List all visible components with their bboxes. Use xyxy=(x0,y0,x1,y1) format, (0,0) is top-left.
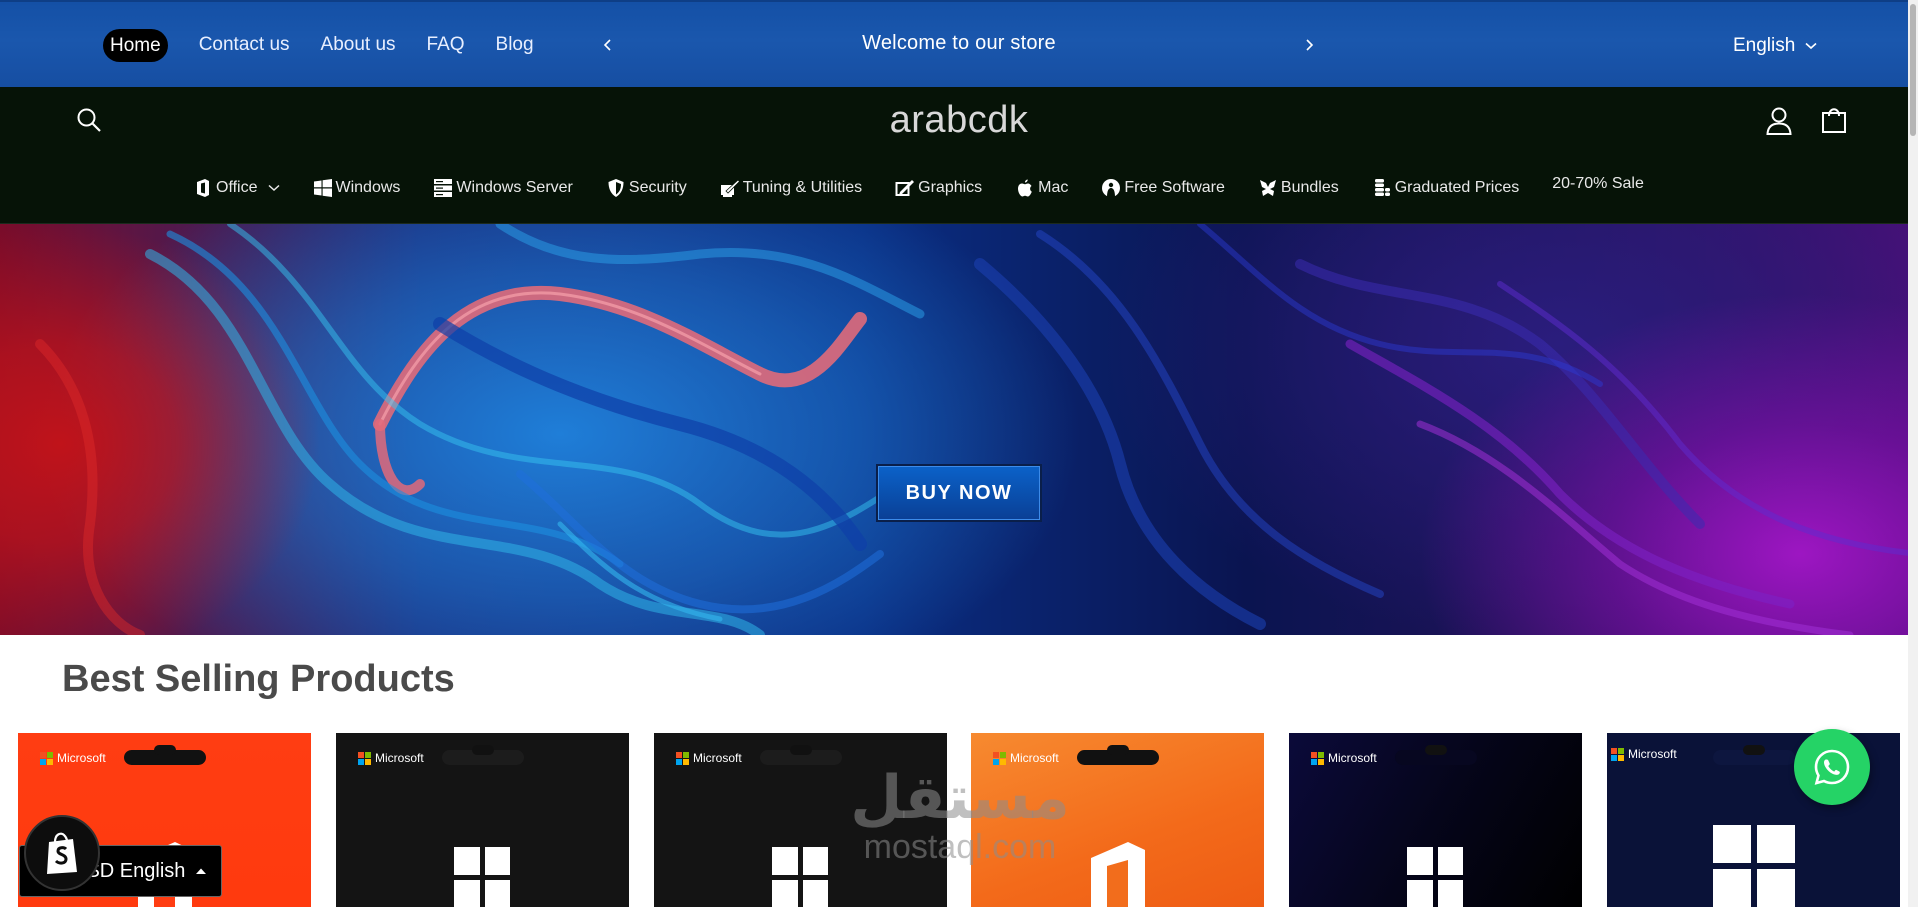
page-scrollbar[interactable] xyxy=(1908,0,1918,907)
hero-wave-art xyxy=(35,224,1918,635)
cart-button[interactable] xyxy=(1820,105,1848,135)
shopify-bag-icon xyxy=(47,832,77,874)
product-card[interactable]: Microsoft xyxy=(336,733,629,907)
microsoft-logo-icon xyxy=(993,751,1006,765)
tuning-icon xyxy=(720,178,740,198)
top-link-contact[interactable]: Contact us xyxy=(199,28,290,62)
nav-bundles-label: Bundles xyxy=(1280,179,1339,196)
chevron-left-icon xyxy=(603,39,611,51)
product-card[interactable]: Microsoft xyxy=(1289,733,1582,907)
nav-graduated-prices-label: Graduated Prices xyxy=(1394,179,1520,196)
microsoft-logo-icon xyxy=(358,751,371,765)
windows-logo-icon xyxy=(1713,825,1795,907)
microsoft-brand: Microsoft xyxy=(358,751,424,765)
user-icon xyxy=(1766,107,1792,135)
whatsapp-chat-button[interactable] xyxy=(1794,729,1870,805)
nav-tuning[interactable]: Tuning & Utilities xyxy=(720,177,862,199)
brand-label: Microsoft xyxy=(693,751,742,765)
card-hanger xyxy=(760,745,842,765)
microsoft-brand: Microsoft xyxy=(993,751,1059,765)
shield-icon xyxy=(606,178,626,198)
brand-label: Microsoft xyxy=(1628,747,1677,761)
card-hanger xyxy=(1077,745,1159,765)
nav-graduated-prices[interactable]: Graduated Prices xyxy=(1372,177,1520,199)
nav-windows[interactable]: Windows xyxy=(313,177,401,199)
account-button[interactable] xyxy=(1765,106,1793,136)
card-hanger xyxy=(124,745,206,765)
chevron-down-icon xyxy=(267,184,280,192)
nav-windows-server[interactable]: Windows Server xyxy=(433,177,573,199)
nav-sale[interactable]: 20-70% Sale xyxy=(1552,175,1644,193)
language-selector[interactable]: English xyxy=(1733,35,1817,57)
microsoft-logo-icon xyxy=(40,751,53,765)
brand-label: Microsoft xyxy=(1328,751,1377,765)
announcement-next-button[interactable] xyxy=(1299,32,1319,58)
nav-security-label: Security xyxy=(628,179,687,196)
microsoft-logo-icon xyxy=(1611,747,1624,761)
windows-logo-icon xyxy=(1407,847,1463,907)
windows-logo-icon xyxy=(454,847,510,907)
apple-icon xyxy=(1015,178,1035,198)
card-hanger xyxy=(1395,745,1477,765)
buy-now-button[interactable]: BUY NOW xyxy=(876,464,1042,522)
whatsapp-icon xyxy=(1814,749,1850,785)
top-link-about[interactable]: About us xyxy=(321,28,396,62)
hero-banner: BUY NOW xyxy=(0,224,1918,635)
caret-up-icon xyxy=(196,868,207,874)
product-grid: Microsoft Microsoft Microsoft Microsoft xyxy=(18,733,1918,907)
coins-icon xyxy=(1372,178,1392,198)
nav-graphics[interactable]: Graphics xyxy=(895,177,982,199)
nav-tuning-label: Tuning & Utilities xyxy=(742,179,863,196)
microsoft-logo-icon xyxy=(1311,751,1324,765)
top-links: Home Contact us About us FAQ Blog xyxy=(103,28,565,62)
cart-icon xyxy=(1822,108,1846,133)
announcement-prev-button[interactable] xyxy=(598,32,618,58)
store-logo[interactable]: arabcdk xyxy=(0,99,1918,142)
nav-free-software[interactable]: Free Software xyxy=(1101,177,1225,199)
language-label: English xyxy=(1733,35,1796,56)
section-title: Best Selling Products xyxy=(62,658,455,700)
brand-label: Microsoft xyxy=(375,751,424,765)
site-header: arabcdk Office Windows Windows Server Se… xyxy=(0,87,1918,224)
nav-graphics-label: Graphics xyxy=(918,179,983,196)
nav-windows-server-label: Windows Server xyxy=(456,179,573,196)
nav-free-software-label: Free Software xyxy=(1124,179,1225,196)
microsoft-logo-icon xyxy=(676,751,689,765)
office-logo-icon xyxy=(1091,842,1145,907)
card-hanger xyxy=(442,745,524,765)
microsoft-brand: Microsoft xyxy=(1311,751,1377,765)
top-link-home[interactable]: Home xyxy=(103,28,168,62)
shopify-badge[interactable] xyxy=(24,815,100,891)
main-nav: Office Windows Windows Server Security T… xyxy=(193,175,1644,199)
microsoft-brand: Microsoft xyxy=(40,751,106,765)
chevron-down-icon xyxy=(1805,42,1817,50)
announcement-message: Welcome to our store xyxy=(862,32,1056,54)
chevron-right-icon xyxy=(1306,39,1314,51)
microsoft-brand: Microsoft xyxy=(1611,747,1677,761)
brand-label: Microsoft xyxy=(57,751,106,765)
card-hanger xyxy=(1713,745,1795,765)
announcement-bar: Home Contact us About us FAQ Blog Welcom… xyxy=(0,0,1918,87)
windows-logo-icon xyxy=(772,847,828,907)
top-link-blog[interactable]: Blog xyxy=(496,28,534,62)
product-card[interactable]: Microsoft xyxy=(971,733,1264,907)
nav-mac[interactable]: Mac xyxy=(1015,177,1068,199)
microsoft-brand: Microsoft xyxy=(676,751,742,765)
brand-label: Microsoft xyxy=(1010,751,1059,765)
bundles-icon xyxy=(1258,178,1278,198)
scrollbar-thumb[interactable] xyxy=(1910,4,1916,136)
graphics-icon xyxy=(895,178,915,198)
nav-bundles[interactable]: Bundles xyxy=(1258,177,1339,199)
top-link-faq[interactable]: FAQ xyxy=(427,28,465,62)
nav-windows-label: Windows xyxy=(335,179,401,196)
nav-office-label: Office xyxy=(216,179,258,196)
free-software-icon xyxy=(1101,178,1121,198)
server-icon xyxy=(433,178,453,198)
office-icon xyxy=(193,178,213,198)
nav-office[interactable]: Office xyxy=(193,177,280,199)
nav-security[interactable]: Security xyxy=(606,177,687,199)
nav-mac-label: Mac xyxy=(1038,179,1069,196)
product-card[interactable]: Microsoft xyxy=(654,733,947,907)
windows-icon xyxy=(313,178,333,198)
